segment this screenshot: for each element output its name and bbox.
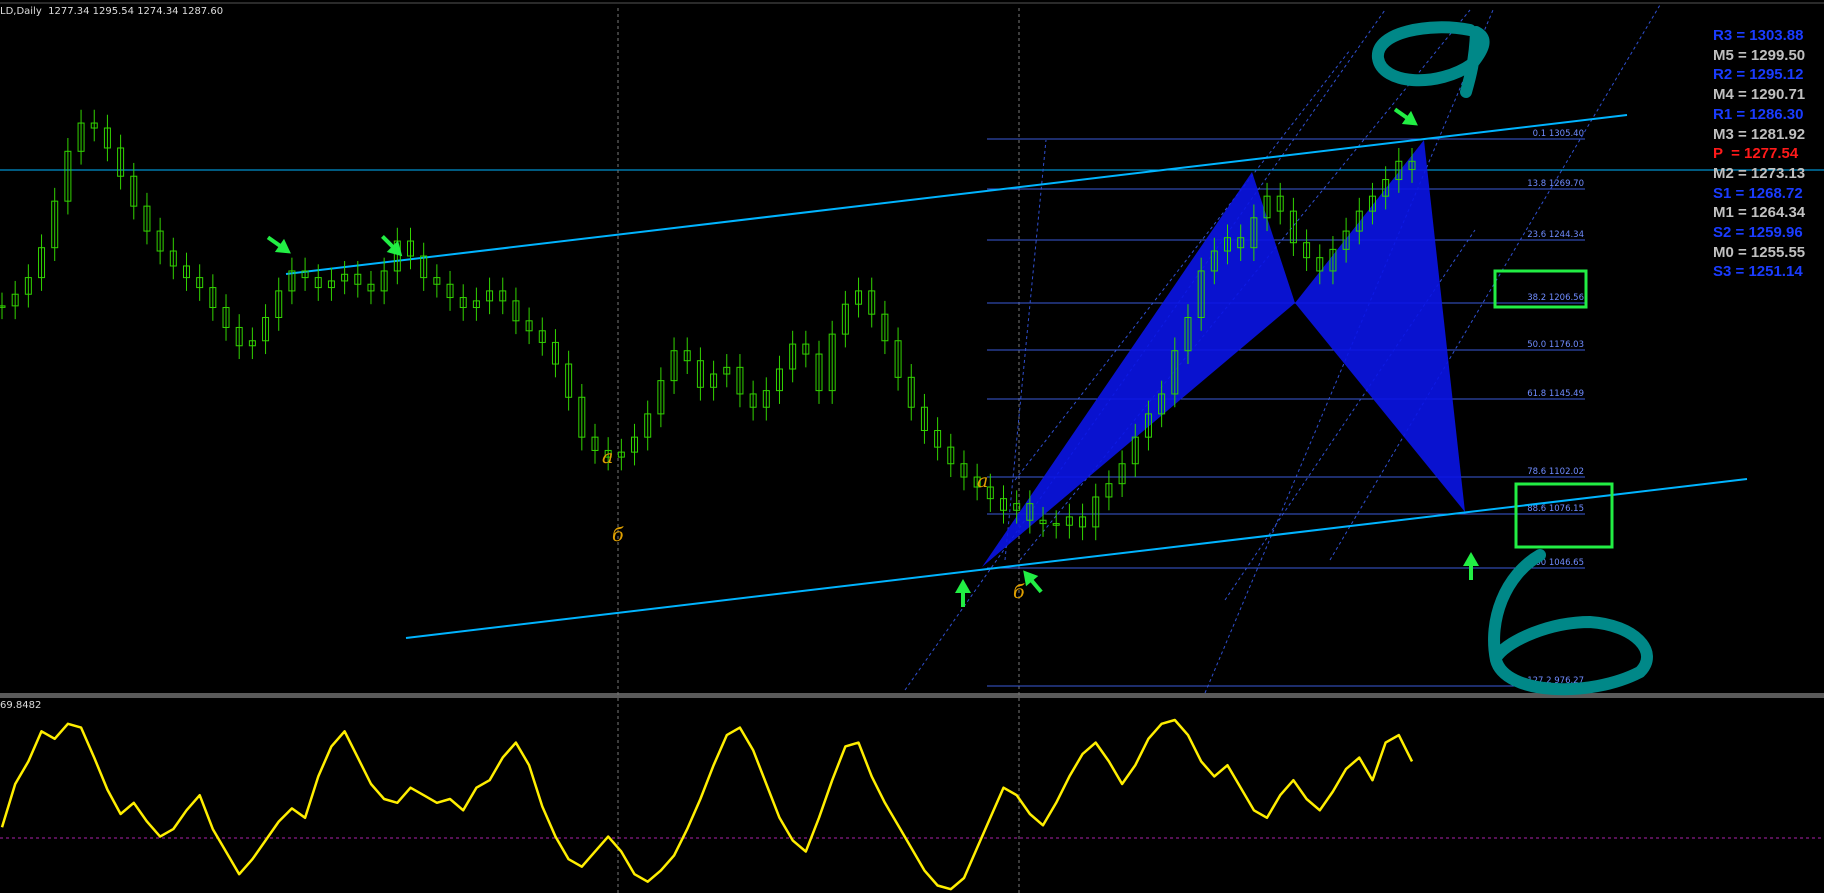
pivot-level-s2: S2 = 1259.96 (1713, 224, 1803, 241)
fib-level-label: 13.8 1269.70 (1527, 179, 1584, 189)
arrow-head (955, 579, 971, 593)
fib-level-label: 61.8 1145.49 (1527, 389, 1584, 399)
arrow-head (1463, 552, 1479, 566)
indicator-value: 69.8482 (0, 700, 42, 711)
pivot-level-s1: S1 = 1268.72 (1713, 184, 1803, 202)
arrow-marker (955, 579, 971, 607)
oscillator-panel (0, 718, 1414, 891)
arrow-marker (1393, 107, 1418, 126)
symbol-label: LD,Daily (0, 6, 42, 17)
fib-level-label: 38.2 1206.56 (1527, 293, 1584, 303)
ohlc-values: 1277.34 1295.54 1274.34 1287.60 (48, 6, 224, 17)
pattern-triangle-bcd (1295, 140, 1465, 512)
chart-header: LD,Daily 1277.34 1295.54 1274.34 1287.60 (0, 6, 223, 17)
target-box-lower (1514, 482, 1614, 549)
pivot-level-m1: M1 = 1264.34 (1713, 204, 1806, 222)
fib-level-label: 88.6 1076.15 (1527, 504, 1584, 514)
hand-drawn-nine (1372, 21, 1490, 98)
pivot-level-m0: M0 = 1255.55 (1713, 243, 1806, 261)
wave-label: a (602, 446, 613, 468)
wave-label: б (1013, 581, 1025, 603)
oscillator-line (0, 718, 1414, 891)
pattern-triangle-xab (982, 172, 1295, 567)
pivot-level-m5: M5 = 1299.50 (1713, 46, 1806, 64)
fib-level-label: 23.6 1244.34 (1527, 230, 1584, 240)
harmonic-pattern[interactable] (982, 140, 1465, 567)
arrow-marker (381, 235, 403, 257)
trading-chart[interactable]: 0.1 1305.40 13.8 1269.70 23.6 1244.34 38.2 … (0, 0, 1824, 893)
pivot-level-r3: R3 = 1303.88 (1713, 27, 1804, 44)
pivot-level-s3: S3 = 1251.14 (1713, 263, 1803, 281)
fib-level-label: 0.1 1305.40 (1533, 129, 1584, 139)
fib-level-label: 78.6 1102.02 (1527, 467, 1584, 477)
dashed-fan-line (1014, 49, 1351, 481)
pivot-level-p: P = 1277.54 (1713, 145, 1799, 163)
hand-drawn-six (1488, 549, 1653, 696)
wave-label: a (977, 470, 988, 492)
arrow-marker (1463, 552, 1479, 580)
pivot-level-r2: R2 = 1295.12 (1713, 66, 1804, 84)
pivot-level-m2: M2 = 1273.13 (1713, 164, 1806, 182)
chart-canvas[interactable]: 0.1 1305.40 13.8 1269.70 23.6 1244.34 38.2 … (0, 0, 1824, 893)
pivot-level-m4: M4 = 1290.71 (1713, 86, 1806, 104)
pivot-level-r1: R1 = 1286.30 (1713, 105, 1804, 123)
fib-level-label: 50.0 1176.03 (1527, 340, 1584, 350)
wave-label: б (612, 524, 624, 546)
pivot-level-m3: M3 = 1281.92 (1713, 125, 1806, 143)
arrow-marker (266, 235, 291, 254)
